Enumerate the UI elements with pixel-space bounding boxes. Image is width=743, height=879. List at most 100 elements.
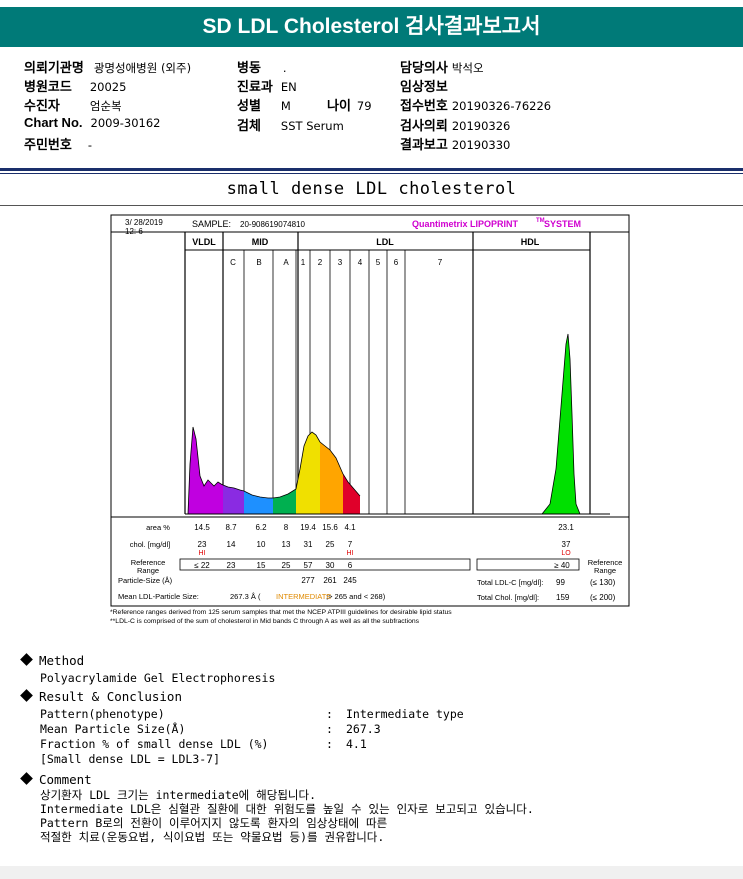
info-value: M	[280, 99, 291, 113]
row-label-particle-size: Particle-Size (Å)	[118, 576, 173, 585]
flag-hi: HI	[347, 550, 354, 557]
result-colon: :	[326, 722, 333, 736]
info-label: 의뢰기관명	[24, 60, 84, 75]
reference-value: 23	[227, 561, 236, 570]
info-row-sex: 성별 M	[237, 95, 291, 114]
sample-label: SAMPLE:	[192, 219, 231, 229]
report-title: SD LDL Cholesterol 검사결과보고서	[0, 7, 743, 47]
row-label-reference: Range	[137, 566, 159, 575]
area-value: 8	[284, 523, 289, 532]
band-label: C	[230, 258, 236, 267]
reference-value: ≤ 22	[194, 561, 210, 570]
total-chol-ref: (≤ 200)	[590, 593, 616, 602]
subtitle: small dense LDL cholesterol	[226, 179, 517, 199]
total-ldl-label: Total LDL-C [mg/dl]:	[477, 578, 543, 587]
comment-line: Pattern B로의 전환이 이루어지지 않도록 환자의 임상상태에 따른	[40, 816, 388, 830]
area-value: 23.1	[558, 523, 574, 532]
diamond-bullet-icon	[20, 772, 33, 785]
info-row-receipt-no: 접수번호 20190326-76226	[400, 95, 551, 114]
info-row-department: 진료과 EN	[237, 76, 297, 95]
method-text: Polyacrylamide Gel Electrophoresis	[40, 671, 276, 685]
area-value: 19.4	[300, 523, 316, 532]
info-value: 20190330	[451, 138, 511, 152]
group-label: VLDL	[192, 237, 216, 247]
info-label: 병동	[237, 60, 261, 75]
chart-svg: 3/ 28/2019 12: 6 SAMPLE: 20-908619074810…	[110, 214, 630, 625]
info-label: 결과보고	[400, 137, 448, 152]
info-row-ordering-org: 의뢰기관명 광명성애병원 (외주)	[24, 57, 191, 76]
trace-segment	[210, 482, 223, 514]
result-value: 267.3	[346, 722, 381, 736]
info-label: 성별	[237, 98, 261, 113]
result-heading: Result & Conclusion	[39, 689, 182, 704]
result-section: Result & Conclusion Pattern(phenotype) :…	[20, 689, 540, 767]
band-label: 6	[394, 258, 399, 267]
info-row-specimen: 검체 SST Serum	[237, 115, 344, 134]
info-label: 병원코드	[24, 79, 72, 94]
info-row-hospital-code: 병원코드 20025	[24, 76, 126, 95]
chol-value: 25	[326, 540, 335, 549]
reference-value: 25	[282, 561, 291, 570]
info-value: .	[282, 61, 287, 75]
row-label-reference-right: Range	[594, 566, 616, 575]
result-note: [Small dense LDL = LDL3-7]	[40, 752, 221, 766]
chol-value: 7	[348, 540, 353, 549]
band-label: 3	[338, 258, 343, 267]
chol-value: 14	[227, 540, 236, 549]
reference-value: 30	[326, 561, 335, 570]
band-label: 4	[358, 258, 363, 267]
chol-value: 31	[304, 540, 313, 549]
band-label: 1	[301, 258, 306, 267]
info-value: SST Serum	[280, 119, 344, 133]
total-ldl-ref: (≤ 130)	[590, 578, 616, 587]
result-label: Fraction % of small dense LDL (%)	[40, 737, 269, 751]
result-colon: :	[326, 737, 333, 751]
chol-value: 10	[257, 540, 266, 549]
info-value: 박석오	[451, 61, 484, 75]
area-value: 4.1	[344, 523, 356, 532]
info-row-age: 나이 79	[327, 95, 372, 114]
info-row-chart-no: Chart No. 2009-30162	[24, 115, 161, 130]
result-table: Pattern(phenotype) : Intermediate type M…	[40, 707, 540, 767]
total-chol-label: Total Chol. [mg/dl]:	[477, 593, 539, 602]
info-value: 2009-30162	[90, 116, 161, 130]
result-value: 4.1	[346, 737, 367, 751]
info-label: 담당의사	[400, 60, 448, 75]
info-row-physician: 담당의사 박석오	[400, 57, 484, 76]
info-row-patient: 수진자 엄순복	[24, 95, 122, 114]
mean-ldl-class: INTERMEDIATE	[276, 592, 331, 601]
info-row-result-report: 결과보고 20190330	[400, 134, 510, 153]
result-label: Mean Particle Size(Å)	[40, 722, 186, 736]
method-section: Method Polyacrylamide Gel Electrophoresi…	[20, 653, 275, 685]
comment-line: 적절한 치료(운동요법, 식이요법 또는 약물요법 등)를 권유합니다.	[40, 830, 385, 844]
area-value: 14.5	[194, 523, 210, 532]
band-label: A	[283, 258, 289, 267]
info-row-test-request: 검사의뢰 20190326	[400, 115, 510, 134]
area-value: 15.6	[322, 523, 338, 532]
row-label-area: area %	[146, 523, 170, 532]
result-colon: :	[326, 707, 333, 721]
page-bottom-band	[0, 866, 743, 879]
group-label: MID	[252, 237, 269, 247]
band-label: B	[256, 258, 261, 267]
comment-line: 상기환자 LDL 크기는 intermediate에 해당됩니다.	[40, 788, 317, 802]
sample-id: 20-908619074810	[240, 220, 306, 229]
brand-suffix: SYSTEM	[544, 219, 581, 229]
area-value: 8.7	[225, 523, 237, 532]
brand-name: Quantimetrix LIPOPRINT	[412, 219, 519, 229]
info-label: 검체	[237, 118, 261, 133]
info-row-ward: 병동.	[237, 57, 287, 76]
mean-ldl-value: 267.3 Å (	[230, 592, 261, 601]
band-label: 5	[376, 258, 381, 267]
info-label: 검사의뢰	[400, 118, 448, 133]
group-label: HDL	[521, 237, 540, 247]
chol-value: 13	[282, 540, 291, 549]
chart-date: 3/ 28/2019	[125, 218, 163, 227]
info-value: 79	[356, 99, 372, 113]
method-heading: Method	[39, 653, 85, 668]
footnote: *Reference ranges derived from 125 serum…	[110, 609, 452, 616]
reference-value: ≥ 40	[554, 561, 570, 570]
info-row-resident-no: 주민번호 -	[24, 134, 92, 153]
info-value: 20190326	[451, 119, 511, 133]
info-value: 광명성애병원 (외주)	[93, 61, 192, 75]
